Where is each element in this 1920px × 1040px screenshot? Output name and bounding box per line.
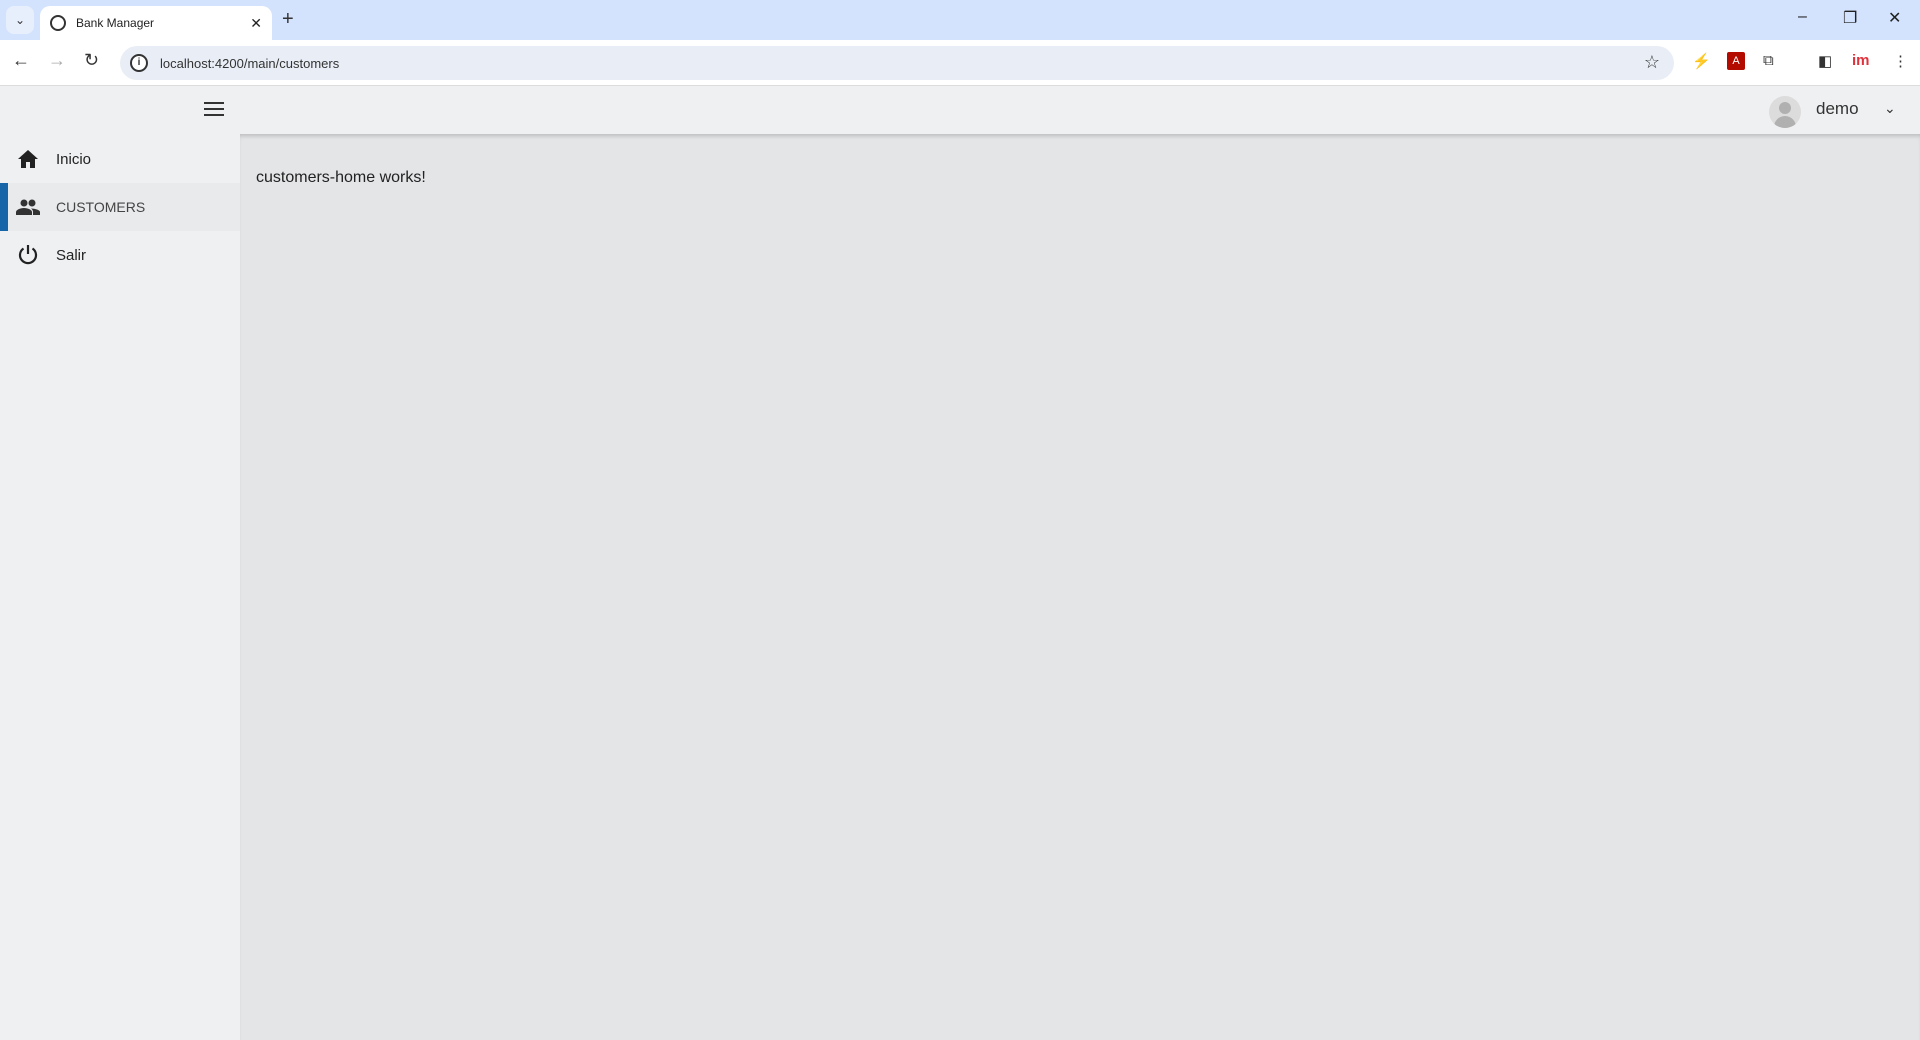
url-text[interactable]: localhost:4200/main/customers — [160, 56, 339, 71]
menu-toggle-icon[interactable] — [204, 101, 224, 117]
new-tab-button[interactable]: + — [282, 8, 294, 31]
restore-button[interactable]: ❐ — [1843, 8, 1857, 28]
sidebar-item-label: Inicio — [56, 150, 92, 168]
power-icon — [16, 243, 40, 267]
user-name[interactable]: demo — [1816, 99, 1859, 119]
page-message: customers-home works! — [256, 169, 426, 186]
tab-title: Bank Manager — [76, 16, 155, 30]
address-bar[interactable]: i localhost:4200/main/customers ☆ — [120, 46, 1674, 80]
browser-menu-icon[interactable]: ⋮ — [1893, 52, 1908, 70]
sidebar-item-customers[interactable]: CUSTOMERS — [0, 183, 240, 231]
browser-toolbar: ← → ↻ i localhost:4200/main/customers ☆ … — [0, 40, 1920, 86]
reload-button[interactable]: ↻ — [84, 50, 99, 71]
home-icon — [16, 147, 40, 171]
app-header — [0, 86, 1920, 134]
forward-button[interactable]: → — [48, 50, 66, 71]
main-content: customers-home works! — [240, 134, 1920, 1040]
sidebar-item-salir[interactable]: Salir — [0, 231, 240, 279]
people-icon — [16, 195, 40, 219]
side-panel-icon[interactable]: ◧ — [1818, 52, 1832, 70]
bookmark-star-icon[interactable]: ☆ — [1644, 52, 1660, 73]
extensions-puzzle-icon[interactable]: ⧉ — [1763, 52, 1774, 69]
site-info-icon[interactable]: i — [130, 54, 148, 72]
extension-bolt-icon[interactable]: ⚡ — [1692, 52, 1711, 70]
avatar[interactable] — [1769, 96, 1801, 128]
back-button[interactable]: ← — [12, 50, 30, 71]
close-window-button[interactable]: ✕ — [1888, 8, 1901, 28]
sidebar-item-label: Salir — [56, 246, 87, 264]
minimize-button[interactable]: – — [1798, 8, 1807, 26]
close-tab-icon[interactable]: ✕ — [250, 15, 262, 32]
chevron-down-icon[interactable]: ⌄ — [1884, 100, 1896, 117]
browser-tab[interactable]: Bank Manager ✕ — [40, 6, 272, 40]
im-extension-icon[interactable]: im — [1852, 52, 1870, 69]
sidebar-item-label: CUSTOMERS — [56, 199, 146, 215]
favicon-icon — [50, 15, 66, 31]
sidebar-item-inicio[interactable]: Inicio — [0, 135, 240, 183]
acrobat-extension-icon[interactable]: A — [1727, 52, 1745, 70]
tab-search-button[interactable]: ⌄ — [6, 6, 34, 34]
sidebar: Inicio CUSTOMERS Salir — [0, 134, 240, 1040]
browser-tab-bar: ⌄ Bank Manager ✕ + – ❐ ✕ — [0, 0, 1920, 40]
